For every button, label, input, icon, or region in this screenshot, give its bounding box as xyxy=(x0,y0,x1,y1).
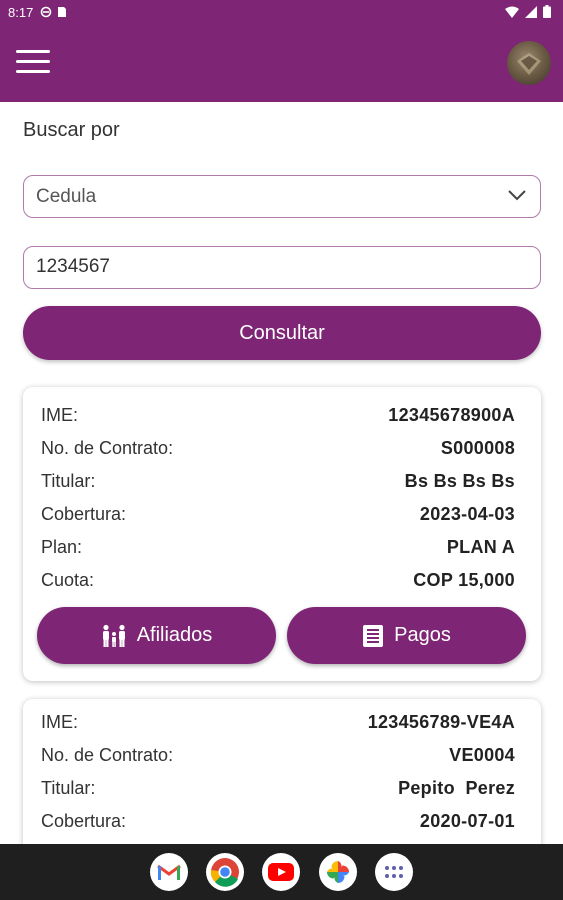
row-value: VE0004 xyxy=(449,745,515,765)
search-by-label: Buscar por xyxy=(23,119,120,141)
wifi-icon xyxy=(505,6,519,18)
consult-button[interactable]: Consultar xyxy=(23,306,541,360)
status-time: 8:17 xyxy=(8,5,34,20)
row-label: Cobertura: xyxy=(41,504,127,524)
row-label: IME: xyxy=(41,405,79,425)
afiliados-button[interactable]: Afiliados xyxy=(37,607,276,664)
document-number-field[interactable] xyxy=(23,246,541,289)
row-label: Titular: xyxy=(41,471,96,491)
row-value: Bs Bs Bs Bs xyxy=(404,471,515,491)
pagos-button[interactable]: Pagos xyxy=(287,607,526,664)
status-bar: 8:17 xyxy=(0,0,563,24)
info-row: IME: 12345678900A xyxy=(41,401,515,431)
receipt-icon xyxy=(363,624,384,647)
row-label: Plan: xyxy=(41,537,83,557)
info-row: Plan: PLAN A xyxy=(41,533,515,563)
row-label: Titular: xyxy=(41,778,96,798)
row-value: 123456789-VE4A xyxy=(367,712,515,732)
family-icon xyxy=(102,624,125,647)
chevron-down-icon xyxy=(508,190,526,201)
search-type-value: Cedula xyxy=(36,186,97,207)
info-row: Cuota: COP 15,000 xyxy=(41,566,515,596)
contract-card: IME: 123456789-VE4A No. de Contrato: VE0… xyxy=(23,699,541,859)
gmail-icon[interactable] xyxy=(150,853,188,891)
row-label: Cuota: xyxy=(41,570,95,590)
row-value: COP 15,000 xyxy=(413,570,515,590)
row-label: No. de Contrato: xyxy=(41,745,174,765)
app-bar xyxy=(0,24,563,102)
pagos-label: Pagos xyxy=(394,624,451,646)
info-row: No. de Contrato: VE0004 xyxy=(41,741,515,771)
info-row: Cobertura: 2020-07-01 xyxy=(41,807,515,837)
info-row: No. de Contrato: S000008 xyxy=(41,434,515,464)
battery-icon xyxy=(543,5,551,18)
avatar-image xyxy=(517,53,541,75)
row-value: 2020-07-01 xyxy=(419,811,515,831)
data-saver-icon xyxy=(40,6,52,18)
sim-card-icon xyxy=(58,7,66,17)
photos-icon[interactable] xyxy=(319,853,357,891)
menu-button[interactable] xyxy=(16,50,50,76)
menu-icon-line xyxy=(16,60,50,63)
menu-icon-line xyxy=(16,50,50,53)
row-value: Pepito Perez xyxy=(398,778,515,798)
avatar[interactable] xyxy=(507,41,551,85)
row-value: 12345678900A xyxy=(388,405,515,425)
row-value: 2023-04-03 xyxy=(419,504,515,524)
app-drawer-icon[interactable] xyxy=(375,853,413,891)
row-label: Cobertura: xyxy=(41,811,127,831)
afiliados-label: Afiliados xyxy=(136,624,213,646)
info-row: Titular: Bs Bs Bs Bs xyxy=(41,467,515,497)
document-number-input[interactable] xyxy=(36,256,526,278)
info-row: IME: 123456789-VE4A xyxy=(41,708,515,738)
row-value: PLAN A xyxy=(446,537,515,557)
system-dock xyxy=(0,844,563,900)
search-type-select[interactable]: Cedula xyxy=(23,175,541,218)
row-label: No. de Contrato: xyxy=(41,438,174,458)
row-value: S000008 xyxy=(440,438,515,458)
menu-icon-line xyxy=(16,70,50,73)
info-row: Cobertura: 2023-04-03 xyxy=(41,500,515,530)
row-label: IME: xyxy=(41,712,79,732)
youtube-icon[interactable] xyxy=(262,853,300,891)
info-row: Titular: Pepito Perez xyxy=(41,774,515,804)
contract-card: IME: 12345678900A No. de Contrato: S0000… xyxy=(23,387,541,681)
chrome-icon[interactable] xyxy=(206,853,244,891)
signal-icon xyxy=(525,5,537,18)
